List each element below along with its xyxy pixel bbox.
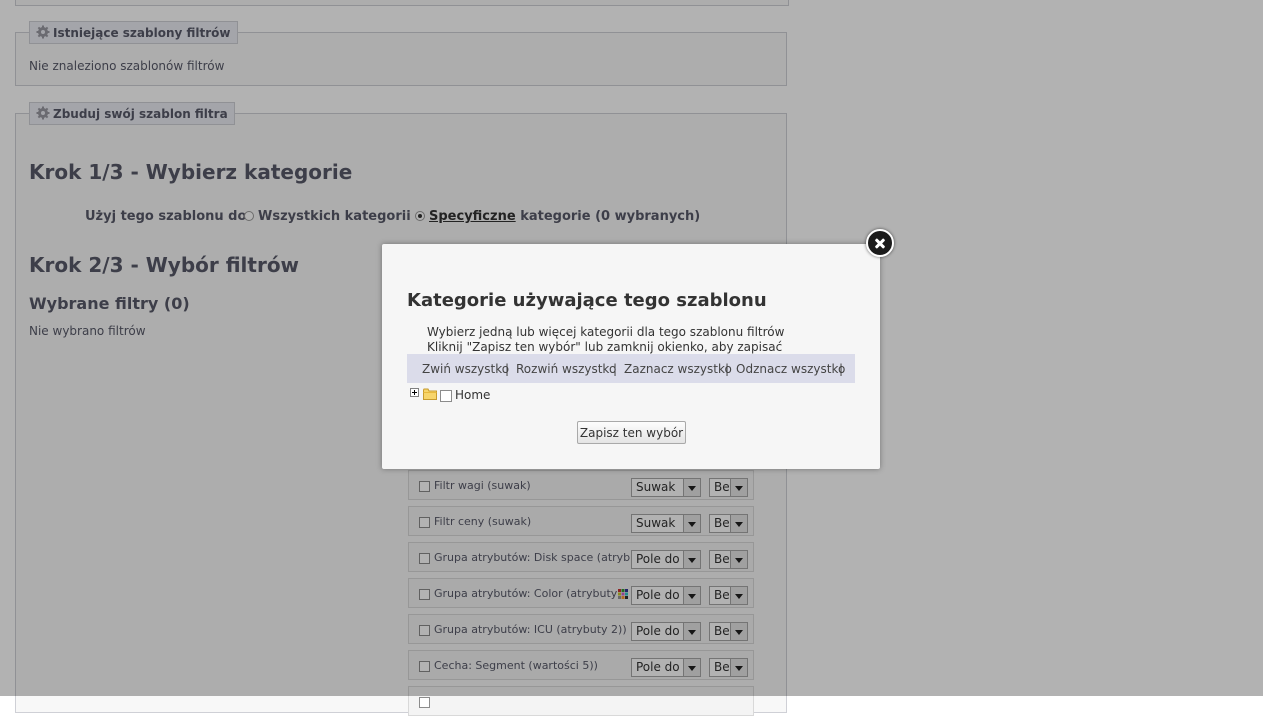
tree-node-label[interactable]: Home xyxy=(455,388,490,402)
uncheck-all-link[interactable]: Odznacz wszystko xyxy=(736,362,845,376)
toolbar-separator: | xyxy=(725,362,730,376)
home-checkbox[interactable] xyxy=(440,390,452,402)
page: Istniejące szablony filtrów Nie znalezio… xyxy=(0,0,1263,716)
close-icon[interactable] xyxy=(866,229,894,257)
filter-checkbox[interactable] xyxy=(419,697,430,708)
modal-help-line-1: Wybierz jedną lub więcej kategorii dla t… xyxy=(427,325,785,339)
save-selection-button[interactable]: Zapisz ten wybór xyxy=(577,421,686,444)
modal-title: Kategorie używające tego szablonu xyxy=(407,290,767,311)
collapse-all-link[interactable]: Zwiń wszystko xyxy=(422,362,509,376)
expand-plus-icon[interactable] xyxy=(410,388,419,397)
check-all-link[interactable]: Zaznacz wszystko xyxy=(624,362,732,376)
modal-help-line-2: Kliknij "Zapisz ten wybór" lub zamknij o… xyxy=(427,340,783,354)
folder-icon xyxy=(423,388,437,400)
expand-all-link[interactable]: Rozwiń wszystko xyxy=(516,362,616,376)
category-selection-modal: Kategorie używające tego szablonu Wybier… xyxy=(382,244,880,469)
toolbar-separator: | xyxy=(505,362,510,376)
toolbar-separator: | xyxy=(613,362,618,376)
toolbar-separator: | xyxy=(839,362,844,376)
tree-toolbar: Zwiń wszystko | Rozwiń wszystko | Zaznac… xyxy=(407,354,855,383)
